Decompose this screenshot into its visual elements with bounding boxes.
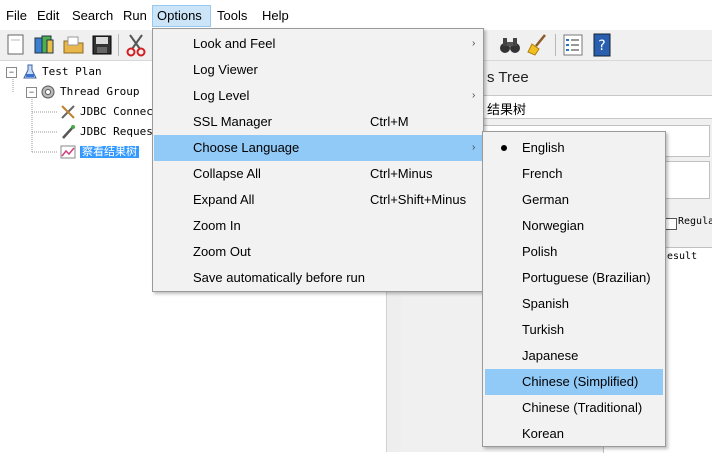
menu-item-log-viewer[interactable]: Log Viewer xyxy=(154,57,482,83)
jdbc-connection-icon xyxy=(60,104,76,120)
menu-help[interactable]: Help xyxy=(258,5,293,27)
help-icon[interactable]: ? xyxy=(589,32,615,58)
language-item-french[interactable]: French xyxy=(485,161,663,187)
language-item-chinese-simplified[interactable]: Chinese (Simplified) xyxy=(485,369,663,395)
menu-tools[interactable]: Tools xyxy=(213,5,251,27)
selected-radio-icon xyxy=(501,145,507,151)
menu-edit[interactable]: Edit xyxy=(33,5,63,27)
menu-item-zoom-out[interactable]: Zoom Out xyxy=(154,239,482,265)
language-item-spanish[interactable]: Spanish xyxy=(485,291,663,317)
results-tree-icon xyxy=(60,144,76,160)
menu-item-ssl-manager[interactable]: SSL Manager Ctrl+M xyxy=(154,109,482,135)
new-icon[interactable] xyxy=(3,32,29,58)
menu-options[interactable]: Options xyxy=(152,5,211,27)
binoculars-icon[interactable] xyxy=(497,32,523,58)
open-icon[interactable] xyxy=(61,32,87,58)
toolbar-separator xyxy=(555,34,556,56)
submenu-arrow-icon: › xyxy=(472,142,476,153)
language-item-turkish[interactable]: Turkish xyxy=(485,317,663,343)
menu-file[interactable]: File xyxy=(2,5,31,27)
tree-node-jdbc-request[interactable]: JDBC Request xyxy=(60,123,159,141)
menu-item-choose-language[interactable]: Choose Language › xyxy=(154,135,482,161)
language-item-korean[interactable]: Korean xyxy=(485,421,663,447)
regular-checkbox[interactable] xyxy=(665,218,677,230)
thread-group-icon xyxy=(40,84,56,100)
language-item-chinese-traditional[interactable]: Chinese (Traditional) xyxy=(485,395,663,421)
options-menu: Look and Feel › Log Viewer Log Level › SSL… xyxy=(152,28,484,292)
tree-node-thread-group[interactable]: Thread Group xyxy=(40,83,139,101)
language-item-japanese[interactable]: Japanese xyxy=(485,343,663,369)
svg-text:?: ? xyxy=(598,38,605,54)
test-plan-icon xyxy=(22,64,38,80)
tree-node-test-plan[interactable]: Test Plan xyxy=(22,63,102,81)
submenu-arrow-icon: › xyxy=(472,38,476,49)
save-icon[interactable] xyxy=(89,32,115,58)
tree-node-jdbc-connection[interactable]: JDBC Connect xyxy=(60,103,159,121)
collapse-toggle[interactable]: − xyxy=(26,87,37,98)
language-item-norwegian[interactable]: Norwegian xyxy=(485,213,663,239)
language-item-portuguese-brazilian[interactable]: Portuguese (Brazilian) xyxy=(485,265,663,291)
language-item-german[interactable]: German xyxy=(485,187,663,213)
menu-search[interactable]: Search xyxy=(68,5,117,27)
menu-run[interactable]: Run xyxy=(119,5,151,27)
menu-item-log-level[interactable]: Log Level › xyxy=(154,83,482,109)
function-list-icon[interactable] xyxy=(560,32,586,58)
menu-item-expand-all[interactable]: Expand All Ctrl+Shift+Minus xyxy=(154,187,482,213)
menu-item-save-automatically[interactable]: Save automatically before run xyxy=(154,265,482,291)
name-field-value: 结果树 xyxy=(487,102,527,117)
language-item-polish[interactable]: Polish xyxy=(485,239,663,265)
panel-title: s Tree xyxy=(487,69,529,86)
jdbc-request-icon xyxy=(60,124,76,140)
toolbar-separator xyxy=(118,34,119,56)
menu-item-zoom-in[interactable]: Zoom In xyxy=(154,213,482,239)
tab-result[interactable]: esult xyxy=(667,251,697,262)
menu-item-look-and-feel[interactable]: Look and Feel › xyxy=(154,31,482,57)
cut-icon[interactable] xyxy=(123,32,149,58)
language-submenu: English French German Norwegian Polish P… xyxy=(482,131,666,447)
templates-icon[interactable] xyxy=(31,32,57,58)
menu-item-collapse-all[interactable]: Collapse All Ctrl+Minus xyxy=(154,161,482,187)
submenu-arrow-icon: › xyxy=(472,90,476,101)
broom-icon[interactable] xyxy=(525,32,551,58)
tree-node-results-tree[interactable]: 察看结果树 xyxy=(60,143,139,161)
menubar: File Edit Search Run Options Tools Help xyxy=(0,0,712,30)
language-item-english[interactable]: English xyxy=(485,135,663,161)
collapse-toggle[interactable]: − xyxy=(6,67,17,78)
regular-label: Regular xyxy=(678,216,712,227)
